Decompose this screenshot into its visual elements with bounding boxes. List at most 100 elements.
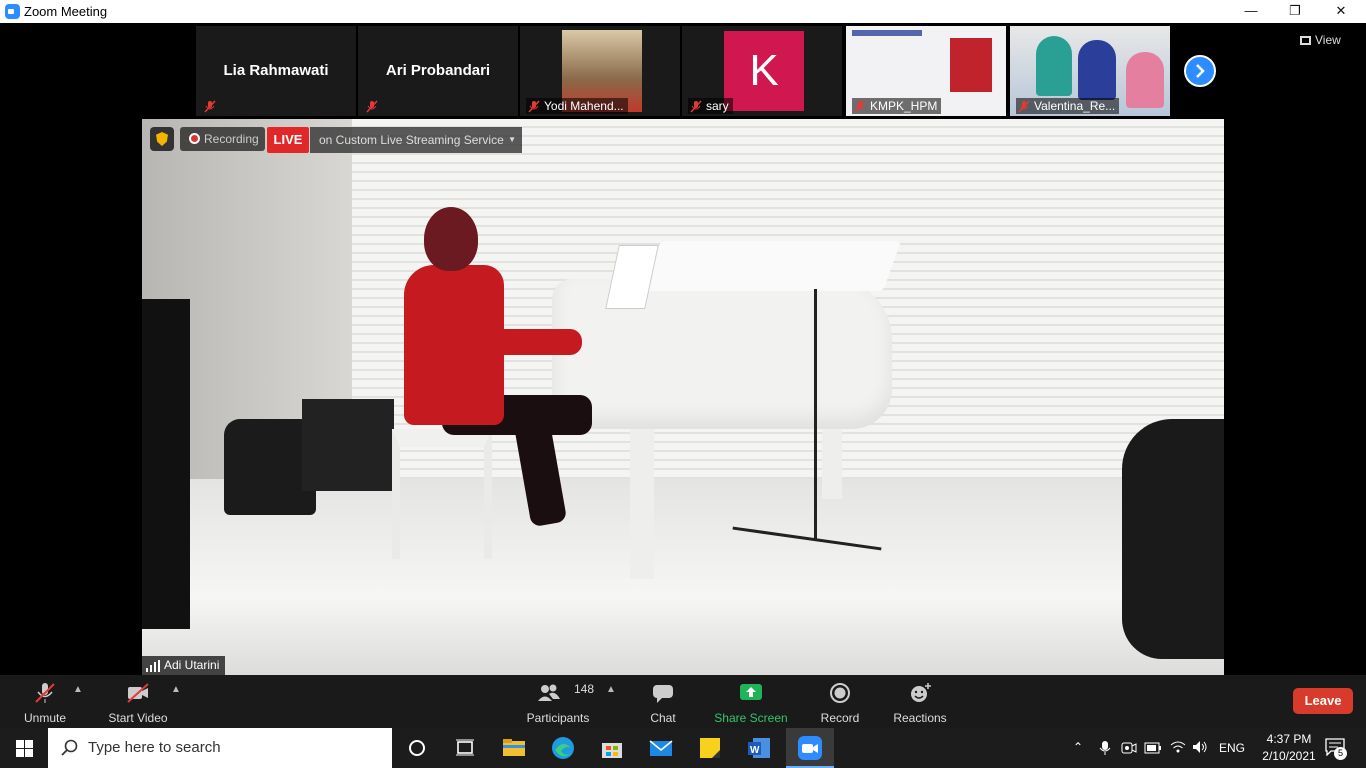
chevron-down-icon: ▼ xyxy=(508,135,516,144)
participant-figure xyxy=(1126,52,1164,108)
windows-start-icon[interactable] xyxy=(16,740,33,757)
close-button[interactable]: ✕ xyxy=(1318,0,1364,23)
participant-tile[interactable]: KMPK_HPM xyxy=(846,26,1006,116)
action-center-button[interactable]: 5 xyxy=(1325,738,1347,760)
participants-label: Participants xyxy=(526,711,590,725)
volume-icon[interactable] xyxy=(1192,740,1208,754)
participant-tile[interactable]: K sary xyxy=(682,26,842,116)
participants-button[interactable]: 148 Participants xyxy=(513,678,603,726)
title-bar: Zoom Meeting — ❐ ✕ xyxy=(0,0,1366,23)
zoom-app-icon xyxy=(798,736,822,760)
zoom-logo-icon xyxy=(5,4,20,19)
recording-label: Recording xyxy=(204,132,259,146)
participant-figure xyxy=(1078,40,1116,100)
video-scene-bench xyxy=(392,429,492,559)
svg-text:W: W xyxy=(750,745,760,756)
mic-muted-icon xyxy=(528,100,540,113)
minimize-button[interactable]: — xyxy=(1228,0,1274,23)
mic-muted-icon xyxy=(35,683,55,703)
record-icon xyxy=(830,683,850,703)
start-video-label: Start Video xyxy=(108,711,168,725)
share-screen-label: Share Screen xyxy=(714,711,788,725)
battery-icon[interactable] xyxy=(1144,742,1162,754)
video-scene-piano xyxy=(552,279,892,429)
search-placeholder: Type here to search xyxy=(88,739,221,756)
slide-header-thumbnail xyxy=(852,30,922,36)
speaker-name: Adi Utarini xyxy=(164,658,220,672)
participant-tile[interactable]: Ari Probandari xyxy=(358,26,518,116)
chat-label: Chat xyxy=(650,711,676,725)
book-cover-thumbnail xyxy=(950,38,992,92)
reactions-smiley-icon xyxy=(911,683,931,702)
microphone-tray-icon[interactable] xyxy=(1098,740,1112,756)
reactions-button[interactable]: Reactions xyxy=(875,678,965,726)
live-stream-dropdown[interactable]: on Custom Live Streaming Service ▼ xyxy=(310,127,522,153)
video-options-caret-icon[interactable]: ▲ xyxy=(171,684,181,695)
window-title: Zoom Meeting xyxy=(24,4,108,19)
participant-avatar: K xyxy=(724,31,804,111)
zoom-taskbar-button[interactable] xyxy=(786,728,834,768)
participants-count: 148 xyxy=(574,682,595,696)
participant-tile[interactable]: Yodi Mahend... xyxy=(520,26,680,116)
input-language-indicator[interactable]: ENG xyxy=(1219,741,1245,755)
participants-options-caret-icon[interactable]: ▲ xyxy=(606,684,616,695)
mic-muted-icon xyxy=(690,100,702,113)
audio-options-caret-icon[interactable]: ▲ xyxy=(73,684,83,695)
clock[interactable]: 4:37 PM 2/10/2021 xyxy=(1258,732,1320,763)
reactions-label: Reactions xyxy=(893,711,947,725)
mic-muted-icon xyxy=(1018,100,1030,113)
video-scene-piano-leg xyxy=(630,419,654,579)
share-screen-button[interactable]: Share Screen xyxy=(706,678,796,726)
video-scene-speaker xyxy=(142,299,190,629)
video-scene-mic-stand xyxy=(814,289,817,539)
wifi-icon[interactable] xyxy=(1170,740,1186,754)
store-icon[interactable] xyxy=(599,735,625,761)
video-scene-person xyxy=(424,207,478,271)
video-scene-person xyxy=(472,329,582,355)
chevron-right-icon xyxy=(1196,64,1205,78)
mic-muted-icon xyxy=(854,100,866,113)
maximize-button[interactable]: ❐ xyxy=(1272,0,1318,23)
taskbar-search-box[interactable]: Type here to search xyxy=(48,728,392,768)
recording-dot-icon xyxy=(189,133,200,144)
video-scene-cabinet xyxy=(302,399,394,491)
participant-figure xyxy=(1036,36,1072,96)
edge-browser-icon[interactable] xyxy=(550,735,576,761)
camera-off-icon xyxy=(127,683,149,703)
participant-name: Ari Probandari xyxy=(385,62,491,79)
show-hidden-icons-chevron-icon[interactable]: ⌃ xyxy=(1073,740,1083,754)
signal-strength-icon xyxy=(146,660,160,672)
participant-tile[interactable]: Lia Rahmawati xyxy=(196,26,356,116)
stream-label: on Custom Live Streaming Service xyxy=(319,133,504,147)
mic-muted-icon xyxy=(204,100,216,113)
view-label: View xyxy=(1315,33,1341,47)
clock-date: 2/10/2021 xyxy=(1262,749,1316,763)
participant-tile[interactable]: Valentina_Re... xyxy=(1010,26,1170,116)
grid-view-icon xyxy=(1300,36,1311,46)
video-scene-piano-lid xyxy=(642,241,902,291)
video-scene-chair xyxy=(1122,419,1224,659)
mic-muted-icon xyxy=(366,100,378,113)
cortana-icon[interactable] xyxy=(404,735,430,761)
start-video-button[interactable]: Start Video xyxy=(93,678,183,726)
leave-button[interactable]: Leave xyxy=(1293,688,1353,714)
chat-bubble-icon xyxy=(653,685,673,703)
participant-label: Yodi Mahend... xyxy=(526,98,628,114)
file-explorer-icon[interactable] xyxy=(501,735,527,761)
clock-time: 4:37 PM xyxy=(1266,732,1312,746)
view-button[interactable]: View xyxy=(1300,33,1341,53)
participant-name: Lia Rahmawati xyxy=(223,62,329,79)
record-button[interactable]: Record xyxy=(795,678,885,726)
live-badge: LIVE xyxy=(267,127,309,153)
notification-count-badge: 5 xyxy=(1334,747,1347,760)
chat-button[interactable]: Chat xyxy=(618,678,708,726)
mail-icon[interactable] xyxy=(648,735,674,761)
participants-icon xyxy=(538,684,560,701)
word-icon[interactable]: W xyxy=(746,735,772,761)
security-shield-icon[interactable] xyxy=(150,127,174,151)
task-view-icon[interactable] xyxy=(452,735,478,761)
active-speaker-video xyxy=(142,119,1224,675)
webcam-tray-icon[interactable] xyxy=(1121,740,1137,756)
sticky-notes-icon[interactable] xyxy=(697,735,723,761)
next-page-button[interactable] xyxy=(1184,55,1216,87)
